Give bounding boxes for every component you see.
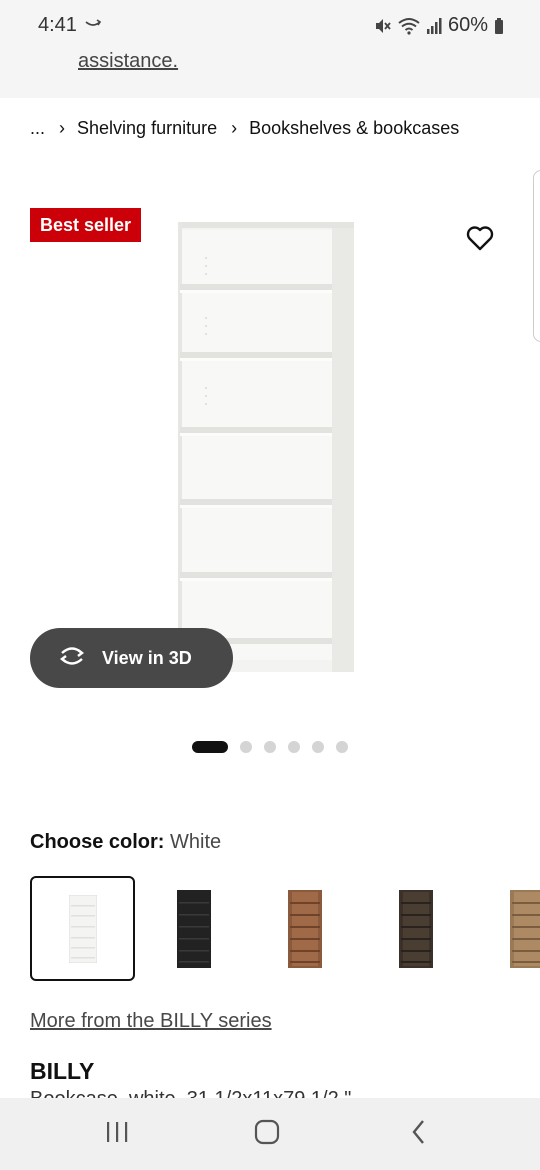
battery-icon: [494, 17, 504, 35]
carousel-dot[interactable]: [240, 741, 252, 753]
home-icon: [254, 1119, 280, 1150]
side-panel-handle[interactable]: [533, 170, 540, 342]
recents-icon: [105, 1121, 129, 1148]
white-swatch[interactable]: [30, 876, 135, 981]
assistance-link[interactable]: assistance.: [78, 50, 178, 73]
wifi-icon: [398, 17, 420, 35]
oak-veneer-swatch[interactable]: [474, 876, 540, 981]
breadcrumb: ... › Shelving furniture › Bookshelves &…: [30, 118, 459, 139]
selected-color-value: White: [170, 831, 222, 853]
choose-color-label: Choose color:: [30, 831, 165, 853]
back-button[interactable]: [401, 1116, 437, 1152]
assistance-banner: assistance.: [0, 40, 540, 98]
dark-brown-oak-swatch[interactable]: [363, 876, 468, 981]
brown-walnut-swatch[interactable]: [252, 876, 357, 981]
carousel-dot[interactable]: [336, 741, 348, 753]
recents-button[interactable]: [99, 1116, 135, 1152]
system-navigation-bar: [0, 1098, 540, 1170]
rotate-3d-icon: [56, 645, 88, 672]
best-seller-badge: Best seller: [30, 208, 142, 242]
status-time: 4:41: [38, 14, 77, 36]
more-from-series-link[interactable]: More from the BILLY series: [30, 1010, 272, 1033]
breadcrumb-bookshelves[interactable]: Bookshelves & bookcases: [249, 118, 459, 139]
breadcrumb-ellipsis[interactable]: ...: [30, 118, 45, 139]
favorite-button[interactable]: [460, 220, 500, 260]
mute-icon: [374, 17, 392, 35]
product-name: BILLY: [30, 1058, 95, 1084]
carousel-dot[interactable]: [288, 741, 300, 753]
black-brown-swatch[interactable]: [141, 876, 246, 981]
heart-icon: [466, 225, 494, 256]
breadcrumb-shelving-furniture[interactable]: Shelving furniture: [77, 118, 217, 139]
view-in-3d-button[interactable]: View in 3D: [30, 628, 233, 688]
carousel-dot[interactable]: [264, 741, 276, 753]
carousel-dot[interactable]: [312, 741, 324, 753]
choose-color-heading: Choose color: White: [30, 831, 221, 854]
back-icon: [410, 1119, 428, 1150]
signal-icon: [426, 17, 442, 35]
home-button[interactable]: [249, 1116, 285, 1152]
breadcrumb-chevron-icon: ›: [231, 118, 238, 138]
carousel-dot-active[interactable]: [192, 741, 228, 753]
battery-percent: 60%: [447, 14, 488, 36]
carousel-indicator: [192, 741, 348, 753]
amazon-arc-icon: [84, 14, 102, 32]
status-icons: 60%: [374, 14, 504, 37]
view-in-3d-label: View in 3D: [102, 647, 192, 668]
breadcrumb-chevron-icon: ›: [59, 118, 66, 138]
product-image-bookcase[interactable]: [170, 218, 360, 683]
color-swatch-list: [30, 876, 540, 982]
